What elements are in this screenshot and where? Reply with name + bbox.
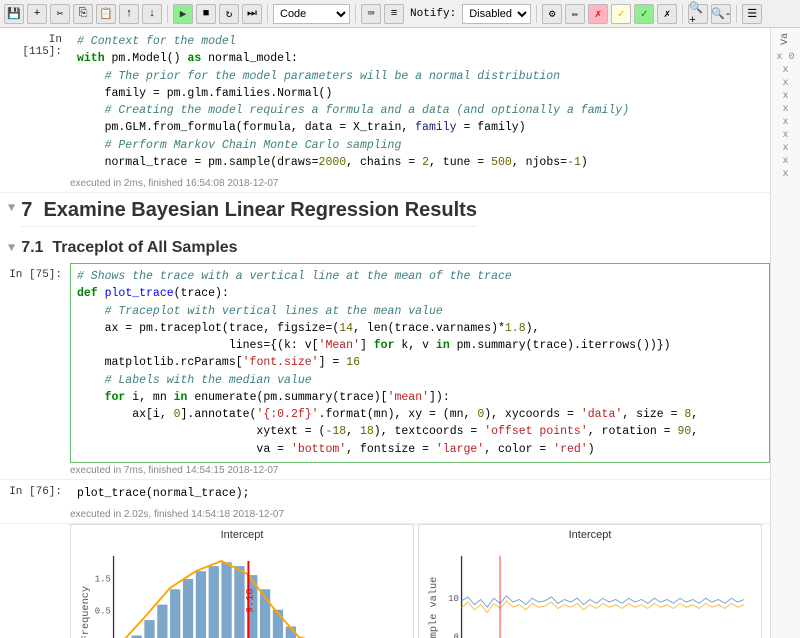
c75-line-9: # Labels with the median value [77, 372, 763, 389]
sidebar-x-8[interactable]: x [782, 156, 788, 167]
separator-6 [736, 5, 737, 23]
svg-text:8: 8 [454, 632, 459, 638]
intercept-trace-svg: Sample value 8 10 0 500 1000 1500 2000 [423, 543, 757, 638]
c75-line-3: # Traceplot with vertical lines at the m… [77, 303, 763, 320]
notify-label: Notify: [410, 8, 456, 20]
menu-icon[interactable]: ☰ [742, 4, 762, 24]
sidebar-x-9[interactable]: x [782, 169, 788, 180]
sidebar-x-7[interactable]: x [782, 143, 788, 154]
sidebar-x-1[interactable]: x [782, 65, 788, 76]
cell-76: In [76]: plot_trace(normal_trace); execu… [0, 480, 770, 524]
copy-icon[interactable]: ⎘ [73, 4, 93, 24]
sidebar-x-3[interactable]: x [782, 91, 788, 102]
separator-1 [167, 5, 168, 23]
grid-icon[interactable]: ≡ [384, 4, 404, 24]
cell-76-code[interactable]: plot_trace(normal_trace); [70, 480, 770, 507]
zoom-in-icon[interactable]: 🔍+ [688, 4, 708, 24]
move-down-icon[interactable]: ↓ [142, 4, 162, 24]
intercept-trace-ylabel: Sample value [428, 577, 440, 638]
section-71-header: 7.1 Traceplot of All Samples [21, 239, 237, 257]
code-comment-2: # The prior for the model parameters wil… [77, 68, 763, 85]
cell-115-code[interactable]: # Context for the model with pm.Model() … [70, 28, 770, 176]
intercept-hist-ylabel: Frequency [80, 586, 92, 638]
cell-type-select[interactable]: Code Markdown Raw [273, 4, 350, 24]
code-comment-4: # Perform Markov Chain Monte Carlo sampl… [77, 137, 763, 154]
svg-text:1.5: 1.5 [95, 575, 111, 585]
code-comment-1: # Context for the model [77, 33, 763, 50]
paste-icon[interactable]: 📋 [96, 4, 116, 24]
cell-75-prompt: In [75]: [0, 263, 70, 479]
separator-2 [267, 5, 268, 23]
cell-76-prompt: In [76]: [0, 480, 70, 523]
intercept-trace-title: Intercept [423, 529, 757, 541]
cell-76-exec: executed in 2.02s, finished 14:54:18 201… [70, 507, 770, 523]
c75-line-11: ax[i, 0].annotate('{:0.2f}'.format(mn), … [77, 406, 763, 423]
cell-75-code[interactable]: # Shows the trace with a vertical line a… [70, 263, 770, 463]
yellow-check-icon[interactable]: ✓ [611, 4, 631, 24]
run-icon[interactable]: ▶ [173, 4, 193, 24]
save-icon[interactable]: 💾 [4, 4, 24, 24]
toolbar: 💾 + ✂ ⎘ 📋 ↑ ↓ ▶ ■ ↻ ⏭ Code Markdown Raw … [0, 0, 800, 28]
c75-line-2: def plot_trace(trace): [77, 285, 763, 302]
intercept-histogram: Intercept Frequency 0.0 0.5 1.5 7.5 8.0 [70, 524, 414, 638]
separator-4 [536, 5, 537, 23]
sidebar-x-4[interactable]: x [782, 104, 788, 115]
settings-icon[interactable]: ⚙ [542, 4, 562, 24]
c75-line-1: # Shows the trace with a vertical line a… [77, 268, 763, 285]
notebook: In [115]: # Context for the model with p… [0, 28, 770, 638]
c75-line-4: ax = pm.traceplot(trace, figsize=(14, le… [77, 320, 763, 337]
code-line-1: with pm.Model() as normal_model: [77, 50, 763, 67]
restart-icon[interactable]: ↻ [219, 4, 239, 24]
sidebar-x-6[interactable]: x [782, 130, 788, 141]
section-71-row: ▼ 7.1 Traceplot of All Samples [0, 237, 770, 263]
svg-text:0.5: 0.5 [95, 607, 111, 617]
svg-text:9.18: 9.18 [244, 588, 256, 613]
interrupt-icon[interactable]: ■ [196, 4, 216, 24]
code-line-2: family = pm.glm.families.Normal() [77, 85, 763, 102]
c75-line-7: matplotlib.rcParams['font.size'] = 16 [77, 354, 763, 371]
c75-line-13: va = 'bottom', fontsize = 'large', color… [77, 441, 763, 458]
restart-run-icon[interactable]: ⏭ [242, 4, 262, 24]
x-icon[interactable]: ✗ [657, 4, 677, 24]
add-cell-icon[interactable]: + [27, 4, 47, 24]
code-line-4: normal_trace = pm.sample(draws=2000, cha… [77, 154, 763, 171]
separator-5 [682, 5, 683, 23]
section-7-header: 7 Examine Bayesian Linear Regression Res… [21, 199, 477, 227]
cut-icon[interactable]: ✂ [50, 4, 70, 24]
intercept-hist-svg: Frequency 0.0 0.5 1.5 7.5 8.0 8.5 9.0 9 [75, 543, 409, 638]
c76-line-1: plot_trace(normal_trace); [77, 485, 763, 502]
section-7-row: ▼ 7 Examine Bayesian Linear Regression R… [0, 193, 770, 237]
cell-115: In [115]: # Context for the model with p… [0, 28, 770, 193]
sidebar-x-2[interactable]: x [782, 78, 788, 89]
plots-area: Intercept Frequency 0.0 0.5 1.5 7.5 8.0 [0, 524, 770, 638]
zoom-out-icon[interactable]: 🔍- [711, 4, 731, 24]
c75-line-5: lines={(k: v['Mean'] for k, v in pm.summ… [77, 337, 763, 354]
sidebar-x-label: x 0 [776, 52, 794, 63]
plots-grid: Intercept Frequency 0.0 0.5 1.5 7.5 8.0 [70, 524, 762, 638]
notify-select[interactable]: Disabled Enabled [462, 4, 531, 24]
cell-75: In [75]: # Shows the trace with a vertic… [0, 263, 770, 480]
svg-text:10: 10 [448, 594, 459, 604]
sidebar-var-label: Va [780, 33, 791, 45]
section-7-collapse[interactable]: ▼ [8, 201, 15, 215]
intercept-trace: Intercept Sample value 8 10 0 500 1000 1… [418, 524, 762, 638]
c75-line-10: for i, mn in enumerate(pm.summary(trace)… [77, 389, 763, 406]
code-line-3: pm.GLM.from_formula(formula, data = X_tr… [77, 119, 763, 136]
cell-115-prompt: In [115]: [0, 28, 70, 192]
pencil-icon[interactable]: ✏ [565, 4, 585, 24]
cell-115-exec: executed in 2ms, finished 16:54:08 2018-… [70, 176, 770, 192]
section-71-collapse[interactable]: ▼ [8, 241, 15, 255]
main-content: In [115]: # Context for the model with p… [0, 28, 800, 638]
sidebar-x-5[interactable]: x [782, 117, 788, 128]
green-check-icon[interactable]: ✓ [634, 4, 654, 24]
code-comment-3: # Creating the model requires a formula … [77, 102, 763, 119]
right-sidebar: Va x 0 x x x x x x x x x [770, 28, 800, 638]
move-up-icon[interactable]: ↑ [119, 4, 139, 24]
cell-75-exec: executed in 7ms, finished 14:54:15 2018-… [70, 463, 770, 479]
c75-line-12: xytext = (-18, 18), textcoords = 'offset… [77, 423, 763, 440]
keyboard-icon[interactable]: ⌨ [361, 4, 381, 24]
red-x-icon[interactable]: ✗ [588, 4, 608, 24]
intercept-hist-title: Intercept [75, 529, 409, 541]
separator-3 [355, 5, 356, 23]
